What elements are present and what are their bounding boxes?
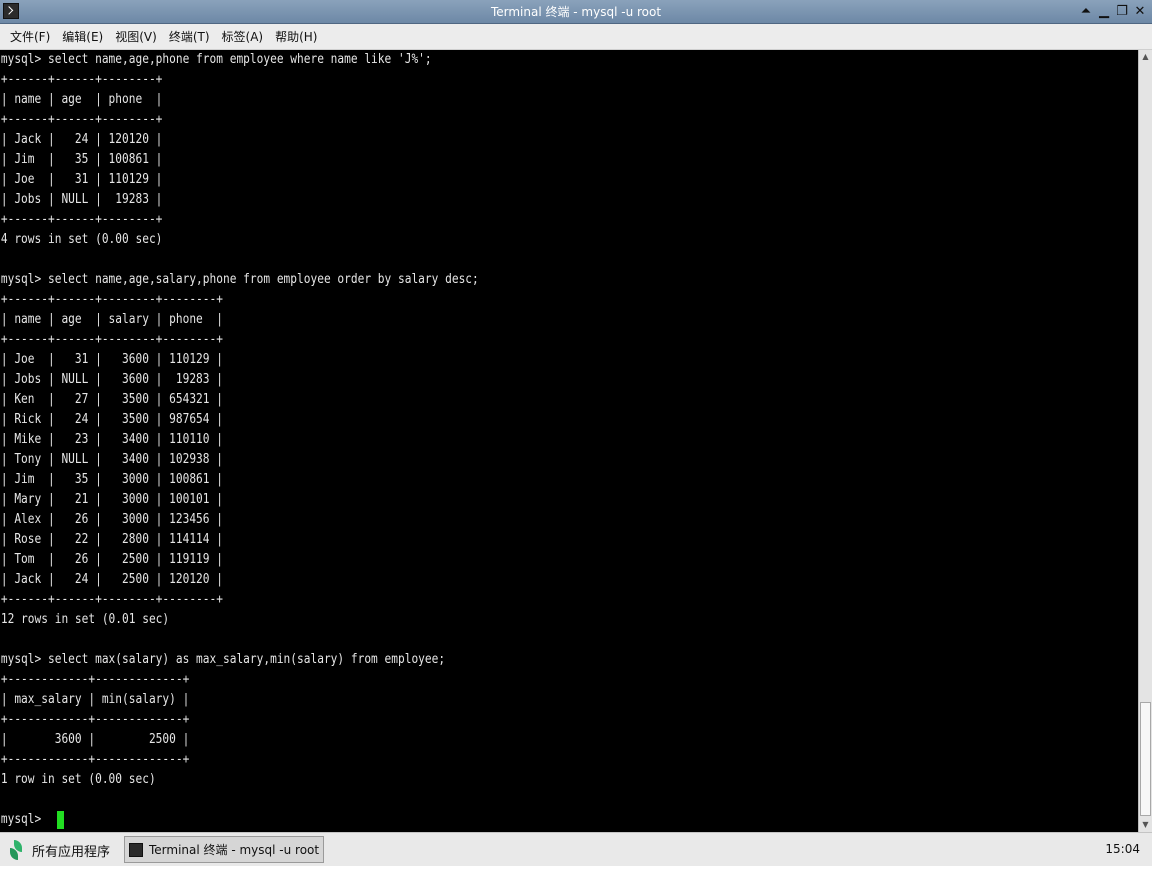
menu-bar: 文件(F) 编辑(E) 视图(V) 终端(T) 标签(A) 帮助(H) [0, 24, 1152, 50]
taskbar-task-label: Terminal 终端 - mysql -u root [149, 843, 320, 857]
start-menu-label: 所有应用程序 [32, 844, 111, 860]
terminal-task-icon [129, 842, 143, 857]
window-titlebar[interactable]: Terminal 终端 - mysql -u root ⏶ ▁ ❐ ✕ [0, 0, 1152, 24]
window-title: Terminal 终端 - mysql -u root [490, 5, 662, 19]
scrollbar-thumb[interactable] [1140, 702, 1151, 816]
menu-tabs[interactable]: 标签(A) [216, 27, 270, 47]
leaf-logo-icon [8, 840, 26, 860]
maximize-button[interactable]: ❐ [1114, 3, 1130, 21]
menu-help[interactable]: 帮助(H) [269, 27, 323, 47]
scroll-up-arrow-icon[interactable]: ▲ [1139, 50, 1152, 64]
shade-button[interactable]: ⏶ [1078, 3, 1094, 21]
menu-edit[interactable]: 编辑(E) [56, 27, 109, 47]
menu-view[interactable]: 视图(V) [109, 27, 163, 47]
screen-bottom-strip [0, 866, 1152, 896]
start-menu-button[interactable]: 所有应用程序 [8, 838, 110, 862]
text-cursor [57, 811, 64, 829]
menu-file[interactable]: 文件(F) [4, 27, 56, 47]
scroll-down-arrow-icon[interactable]: ▼ [1139, 818, 1152, 832]
menu-terminal[interactable]: 终端(T) [163, 27, 216, 47]
minimize-button[interactable]: ▁ [1096, 3, 1112, 21]
taskbar-clock: 15:04 [1105, 842, 1140, 856]
taskbar: 所有应用程序 Terminal 终端 - mysql -u root 15:04 [0, 832, 1152, 866]
terminal-output[interactable]: mysql> select name,age,phone from employ… [0, 50, 1138, 832]
close-button[interactable]: ✕ [1132, 3, 1148, 21]
terminal-text: mysql> select name,age,phone from employ… [0, 52, 479, 827]
window-controls: ⏶ ▁ ❐ ✕ [1078, 3, 1148, 21]
taskbar-terminal-task[interactable]: Terminal 终端 - mysql -u root [124, 836, 324, 863]
terminal-scrollbar[interactable]: ▲ ▼ [1138, 50, 1152, 832]
